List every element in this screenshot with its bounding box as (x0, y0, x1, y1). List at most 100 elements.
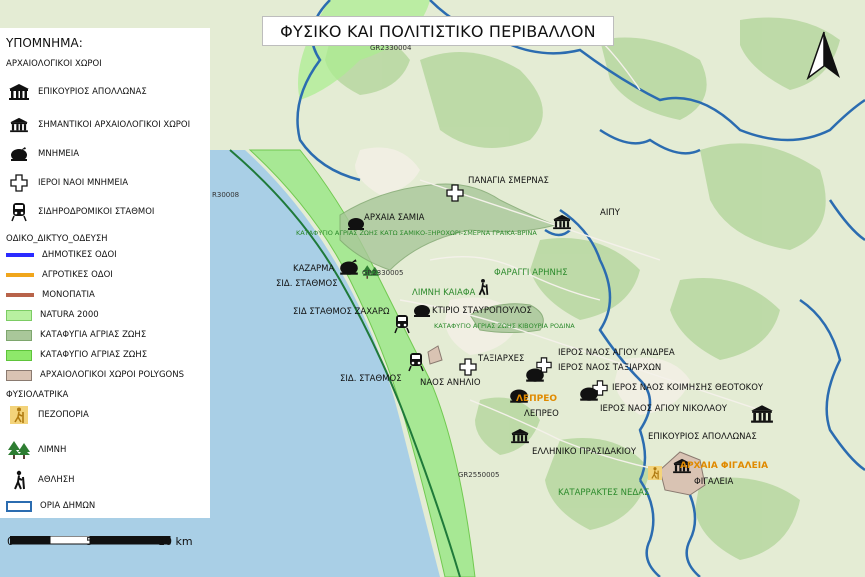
map-label-gr-bottom: GR2550005 (458, 471, 500, 479)
cross-icon[interactable] (459, 358, 477, 376)
legend-archaeo-heading: ΑΡΧΑΙΟΛΟΓΙΚΟΙ ΧΩΡΟΙ (6, 59, 102, 69)
legend-label: ΣΙΔΗΡΟΔΡΟΜΙΚΟΙ ΣΤΑΘΜΟΙ (38, 207, 155, 217)
map-label-figaleia: ΦΙΓΑΛΕΙΑ (694, 477, 734, 487)
map-label-lepreo-site: ΛΕΠΡΕΟ (516, 394, 558, 404)
poly-swatch (6, 500, 32, 512)
legend-label: ΣΗΜΑΝΤΙΚΟΙ ΑΡΧΑΙΟΛΟΓΙΚΟΙ ΧΩΡΟΙ (38, 120, 191, 130)
legend-label: ΛΙΜΝΗ (38, 445, 67, 455)
temple-icon[interactable] (510, 428, 530, 444)
train-icon (6, 202, 32, 222)
tree-icon (6, 440, 32, 460)
cross-icon[interactable] (446, 184, 464, 202)
legend-item-significant: ΣΗΜΑΝΤΙΚΟΙ ΑΡΧΑΙΟΛΟΓΙΚΟΙ ΧΩΡΟΙ (6, 115, 190, 135)
scale-label-5: 5 (86, 535, 93, 548)
sea-area-bottom (0, 518, 260, 577)
train-icon[interactable] (394, 314, 410, 334)
legend-item-stations: ΣΙΔΗΡΟΔΡΟΜΙΚΟΙ ΣΤΑΘΜΟΙ (6, 202, 154, 222)
legend-panel: ΥΠΟΜΝΗΜΑ: ΑΡΧΑΙΟΛΟΓΙΚΟΙ ΧΩΡΟΙ ΕΠΙΚΟΥΡΙΟΣ… (0, 28, 210, 518)
map-label-taxiarches: ΤΑΞΙΑΡΧΕΣ (478, 354, 525, 364)
poly-swatch (6, 349, 32, 361)
legend-road-heading: ΟΔΙΚΟ_ΔΙΚΤΥΟ_ΟΔΕΥΣΗ (6, 234, 108, 244)
map-label-aipy: ΑΙΠΥ (600, 208, 620, 218)
legend-label: ΚΑΤΑΦΥΓΙΑ ΑΓΡΙΑΣ ΖΩΗΣ (40, 330, 147, 340)
map-label-lepreo: ΛΕΠΡΕΟ (524, 409, 559, 419)
monument-icon[interactable] (524, 365, 546, 383)
line-swatch (6, 293, 34, 297)
temple-icon[interactable] (552, 214, 572, 230)
poly-swatch (6, 369, 32, 381)
temple-large-icon[interactable] (750, 404, 774, 424)
walker-icon (6, 470, 32, 490)
legend-item-exercise: ΑΘΛΗΣΗ (6, 470, 74, 490)
train-icon[interactable] (408, 352, 424, 372)
legend-label: ΙΕΡΟΙ ΝΑΟΙ ΜΝΗΜΕΙΑ (38, 178, 129, 188)
legend-item-boundaries: ΟΡΙΑ ΔΗΜΩΝ (6, 496, 95, 516)
legend-label: ΑΘΛΗΣΗ (38, 475, 75, 485)
map-label-church-nikolaou: ΙΕΡΟΣ ΝΑΟΣ ΑΓΙΟΥ ΝΙΚΟΛΑΟΥ (600, 404, 727, 414)
map-label-praisdakiou: ΕΛΛΗΝΙΚΟ ΠΡΑΣΙΔΑΚΙΟΥ (532, 447, 637, 457)
legend-item-epikourios: ΕΠΙΚΟΥΡΙΟΣ ΑΠΟΛΛΩΝΑΣ (6, 82, 147, 102)
legend-label: ΚΑΤΑΦΥΓΙΟ ΑΓΡΙΑΣ ΖΩΗΣ (40, 350, 148, 360)
map-label-panagia: ΠΑΝΑΓΙΑ ΣΜΕΡΝΑΣ (468, 176, 549, 186)
legend-label: ΟΡΙΑ ΔΗΜΩΝ (40, 501, 96, 511)
map-label-gr-mid: GR2330005 (362, 269, 404, 277)
map-label-church-andrea: ΙΕΡΟΣ ΝΑΟΣ ΑΓΙΟΥ ΑΝΔΡΕΑ (558, 348, 675, 358)
walker-icon[interactable] (476, 278, 490, 296)
hiking-icon[interactable] (648, 466, 662, 480)
legend-item-churches: ΙΕΡΟΙ ΝΑΟΙ ΜΝΗΜΕΙΑ (6, 173, 128, 193)
map-label-katarraktes: ΚΑΤΑΡΡΑΚΤΕΣ ΝΕΔΑΣ (558, 488, 650, 498)
legend-item-rural-roads: ΑΓΡΟΤΙΚΕΣ ΟΔΟΙ (6, 265, 113, 285)
monument-icon (6, 144, 32, 164)
legend-title: ΥΠΟΜΝΗΜΑ: (6, 36, 83, 50)
legend-label: NATURA 2000 (40, 310, 99, 320)
monument-icon[interactable] (412, 302, 432, 318)
poly-swatch (6, 329, 32, 341)
map-label-kazarma: ΚΑΖΑΡΜΑ (293, 264, 335, 274)
map-title-text: ΦΥΣΙΚΟ ΚΑΙ ΠΟΛΙΤΙΣΤΙΚΟ ΠΕΡΙΒΑΛΛΟΝ (280, 21, 596, 41)
legend-label: ΕΠΙΚΟΥΡΙΟΣ ΑΠΟΛΛΩΝΑΣ (38, 87, 147, 97)
legend-label: ΑΓΡΟΤΙΚΕΣ ΟΔΟΙ (42, 270, 113, 280)
scale-label-10: 10 km (158, 535, 193, 548)
map-label-lake: ΛΙΜΝΗ ΚΑΙΑΦΑ (412, 288, 476, 298)
map-label-station-2: ΣΙΔ. ΣΤΑΘΜΟΣ (340, 374, 402, 384)
legend-item-natura: NATURA 2000 (6, 305, 99, 325)
map-label-refuge-samiko: ΚΑΤΑΦΥΓΙΟ ΑΓΡΙΑΣ ΖΩΗΣ ΚΑΤΩ ΣΑΜΙΚΟ-ΞΗΡΟΧΩ… (296, 229, 537, 237)
scale-label-0: 0 (7, 535, 14, 548)
hiking-icon (6, 405, 32, 425)
legend-label: ΑΡΧΑΙΟΛΟΓΙΚΟΙ ΧΩΡΟΙ POLYGONS (40, 370, 184, 380)
line-swatch (6, 273, 34, 277)
legend-label: ΜΟΝΟΠΑΤΙΑ (42, 290, 95, 300)
legend-item-monuments: ΜΝΗΜΕΙΑ (6, 144, 79, 164)
monument-icon[interactable] (578, 384, 600, 402)
map-label-refuge-kivouria: ΚΑΤΑΦΥΓΙΟ ΑΓΡΙΑΣ ΖΩΗΣ ΚΙΒΟΥΡΙΑ ΡΟΔΙΝΑ (434, 322, 575, 330)
map-label-faraggi: ΦΑΡΑΓΓΙ ΑΡΗΝΗΣ (494, 268, 568, 278)
monument-icon[interactable] (338, 258, 360, 276)
poly-swatch (6, 309, 32, 321)
legend-item-archaeo-polygons: ΑΡΧΑΙΟΛΟΓΙΚΟΙ ΧΩΡΟΙ POLYGONS (6, 365, 184, 385)
map-label-naos-anilio: ΝΑΟΣ ΑΝΗΛΙΟ (420, 378, 481, 388)
legend-item-refuge: ΚΑΤΑΦΥΓΙΟ ΑΓΡΙΑΣ ΖΩΗΣ (6, 345, 147, 365)
line-swatch (6, 253, 34, 257)
map-label-gr-left: R30008 (212, 191, 240, 199)
north-arrow-icon (806, 31, 840, 81)
legend-item-lake: ΛΙΜΝΗ (6, 440, 66, 460)
map-label-station-1: ΣΙΔ. ΣΤΑΘΜΟΣ (276, 279, 338, 289)
map-label-church-taxiarxon: ΙΕΡΟΣ ΝΑΟΣ ΤΑΞΙΑΡΧΩΝ (558, 363, 662, 373)
legend-nature-heading: ΦΥΣΙΟΛΑΤΡΙΚΑ (6, 390, 69, 400)
scale-bar (10, 536, 171, 545)
legend-item-refuges: ΚΑΤΑΦΥΓΙΑ ΑΓΡΙΑΣ ΖΩΗΣ (6, 325, 146, 345)
map-label-church-koimisis: ΙΕΡΟΣ ΝΑΟΣ ΚΟΙΜΗΣΗΣ ΘΕΟΤΟΚΟΥ (612, 383, 764, 393)
legend-item-municipal-roads: ΔΗΜΟΤΙΚΕΣ ΟΔΟΙ (6, 245, 117, 265)
map-label-archaia-figaleia: ΑΡΧΑΙΑ ΦΙΓΑΛΕΙΑ (680, 461, 769, 471)
legend-label: ΠΕΖΟΠΟΡΙΑ (38, 410, 89, 420)
legend-label: ΔΗΜΟΤΙΚΕΣ ΟΔΟΙ (42, 250, 117, 260)
legend-label: ΜΝΗΜΕΙΑ (38, 149, 80, 159)
map-label-station-zacharo: ΣΙΔ ΣΤΑΘΜΟΣ ΖΑΧΑΡΩ (293, 307, 390, 317)
map-title: ΦΥΣΙΚΟ ΚΑΙ ΠΟΛΙΤΙΣΤΙΚΟ ΠΕΡΙΒΑΛΛΟΝ (262, 16, 614, 46)
temple-large-icon (6, 82, 32, 102)
temple-icon (6, 115, 32, 135)
map-label-gr-top: GR2330004 (370, 44, 412, 52)
legend-item-paths: ΜΟΝΟΠΑΤΙΑ (6, 285, 95, 305)
map-label-epikourios: ΕΠΙΚΟΥΡΙΟΣ ΑΠΟΛΛΩΝΑΣ (648, 432, 757, 442)
cross-icon (6, 173, 32, 193)
